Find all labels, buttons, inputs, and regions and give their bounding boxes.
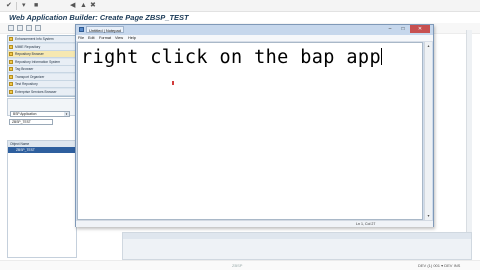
tool-button[interactable] [26,25,32,31]
nav-item-label: Enhancement Info System [15,37,54,41]
nav-item-label: Repository Browser [15,52,44,56]
system-info: DEV (1) 001 ▾ DEV INS [418,263,461,268]
dropdown-icon[interactable]: ▾ [22,0,26,12]
object-type-value: BSP Application [13,112,37,116]
nav-item-label: Test Repository [15,82,38,86]
tool-button[interactable] [17,25,23,31]
close-icon[interactable]: ✕ [410,25,430,33]
sap-vertical-scrollbar[interactable] [466,30,472,250]
toolbar-separator [16,2,17,10]
folder-icon [9,89,13,94]
save-icon[interactable]: ■ [34,0,38,12]
tool-button[interactable] [8,25,14,31]
scroll-up-icon[interactable]: ▴ [425,42,432,49]
menu-file[interactable]: File [78,35,84,42]
status-text: ZBSP [232,263,243,268]
sap-status-bar: ZBSP DEV (1) 001 ▾ DEV INS [0,260,480,270]
menu-format[interactable]: Format [99,35,111,42]
nav-item-label: Enterprise Services Browser [15,89,57,94]
nav-item-enterprise-services-browser[interactable]: Enterprise Services Browser [8,88,76,96]
exit-icon[interactable]: ▲ [80,0,87,12]
mouse-cursor-icon [171,81,175,86]
folder-icon [9,37,13,41]
folder-icon [9,82,13,86]
folder-icon [9,74,13,79]
notepad-text-line: right click on the bap app [81,47,382,68]
object-name-field[interactable]: ZBSP_TEST [9,119,53,125]
notepad-titlebar[interactable]: Untitled | Notepad – □ ✕ [76,25,433,35]
cursor-position: Ln 1, Col 27 [356,222,376,226]
notepad-icon [79,27,84,32]
sap-editor-header [123,233,471,239]
folder-icon [9,59,13,64]
nav-item-mime-repository[interactable]: MIME Repository [8,43,76,51]
nav-item-transport-organizer[interactable]: Transport Organizer [8,73,76,81]
chevron-down-icon[interactable]: ▾ [64,112,69,116]
nav-item-repository-browser[interactable]: Repository Browser [8,51,76,58]
tree-item-selected[interactable]: ZBSP_TEST [8,147,76,153]
notepad-statusbar: Ln 1, Col 27 [76,220,433,227]
object-type-select[interactable]: BSP Application ▾ [10,111,70,117]
text-caret [381,48,382,65]
folder-icon [9,52,13,56]
notepad-menubar: File Edit Format View Help [76,35,433,42]
notepad-vertical-scrollbar[interactable]: ▴ ▾ [424,42,432,220]
notepad-text: right click on the bap app [81,47,381,68]
tool-button[interactable] [35,25,41,31]
nav-item-enhancement-info-system[interactable]: Enhancement Info System [8,36,76,43]
nav-item-tag-browser[interactable]: Tag Browser [8,66,76,73]
minimize-icon[interactable]: – [384,25,396,33]
object-selection-area: BSP Application ▾ [7,98,77,117]
object-tree: Object Name ZBSP_TEST [7,140,77,258]
nav-item-repository-information-system[interactable]: Repository Information System [8,58,76,66]
back-icon[interactable]: ◀ [70,0,75,12]
folder-icon [9,67,13,71]
notepad-window: Untitled | Notepad – □ ✕ File Edit Forma… [75,24,434,227]
nav-item-label: Tag Browser [15,67,34,71]
maximize-icon[interactable]: □ [397,25,409,33]
nav-item-label: MIME Repository [15,44,41,49]
scroll-down-icon[interactable]: ▾ [425,212,432,219]
sap-editor-area [122,232,472,260]
screen: ✔ ▾ ■ ◀ ▲ ✖ Web Application Builder: Cre… [0,0,480,270]
navigation-panel: Enhancement Info System MIME Repository … [7,35,77,97]
enter-icon[interactable]: ✔ [6,0,12,12]
folder-icon [9,44,13,49]
menu-help[interactable]: Help [128,35,136,42]
nav-item-label: Repository Information System [15,59,61,64]
sap-system-toolbar: ✔ ▾ ■ ◀ ▲ ✖ [0,0,480,12]
sap-screen-title: Web Application Builder: Create Page ZBS… [9,13,189,22]
notepad-title: Untitled | Notepad [86,26,124,33]
notepad-text-area[interactable]: right click on the bap app [77,42,423,220]
nav-item-label: Transport Organizer [15,74,45,79]
menu-edit[interactable]: Edit [88,35,95,42]
cancel-icon[interactable]: ✖ [90,0,96,12]
nav-item-test-repository[interactable]: Test Repository [8,81,76,88]
menu-view[interactable]: View [115,35,123,42]
